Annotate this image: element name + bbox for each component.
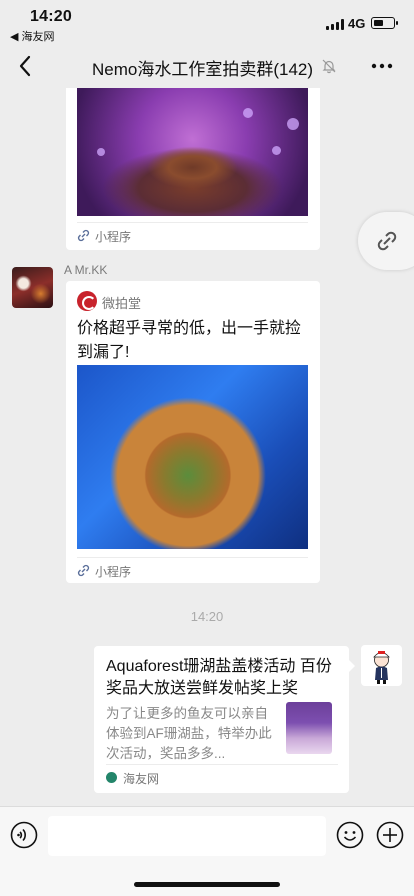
card-text: 价格超乎寻常的低，出一手就捡到漏了! [77, 320, 302, 361]
network-type: 4G [348, 16, 366, 31]
link-card-description: 为了让更多的鱼友可以亲自体验到AF珊湖盐，特举办此次活动，奖品多多... [106, 706, 272, 761]
back-to-app-link[interactable]: ◀ 海友网 [10, 28, 55, 44]
status-bar: 14:20 ◀ 海友网 4G [0, 0, 414, 44]
floating-link-button[interactable] [358, 212, 414, 270]
avatar[interactable] [361, 645, 402, 686]
chevron-left-icon[interactable] [14, 52, 38, 80]
input-bar [0, 806, 414, 896]
chat-title: Nemo海水工作室拍卖群(142) [92, 60, 314, 79]
plus-icon[interactable] [376, 821, 404, 849]
avatar[interactable] [12, 267, 53, 308]
weipaitang-logo-icon [77, 291, 97, 311]
link-card-footer: 海友网 [106, 764, 338, 786]
mini-program-label: 小程序 [95, 565, 132, 579]
signal-icon [326, 19, 344, 30]
link-card[interactable]: Aquaforest珊湖盐盖楼活动 百份奖品大放送尝鲜发帖奖上奖 为了让更多的鱼… [94, 646, 355, 793]
sender-name: A Mr.KK [64, 263, 108, 277]
home-indicator[interactable] [134, 882, 280, 887]
source-logo-icon [106, 772, 117, 783]
link-card-source: 海友网 [123, 772, 160, 786]
mini-program-footer: 小程序 [77, 557, 308, 581]
time-divider: 14:20 [190, 609, 224, 624]
link-card-title: Aquaforest珊湖盐盖楼活动 百份奖品大放送尝鲜发帖奖上奖 [106, 658, 332, 697]
status-time: 14:20 [30, 8, 72, 25]
bell-off-icon [322, 59, 336, 74]
mini-program-footer: 小程序 [77, 222, 308, 246]
cartoon-avatar-icon [373, 651, 390, 684]
message-list[interactable]: 小程序 A Mr.KK 微拍堂 价格超乎寻常的低，出一手就捡到漏了! 小程序 1… [0, 88, 414, 806]
link-icon [77, 229, 90, 242]
battery-icon [371, 17, 398, 29]
mini-program-card[interactable]: 微拍堂 价格超乎寻常的低，出一手就捡到漏了! 小程序 [66, 281, 320, 583]
brand-name: 微拍堂 [102, 296, 142, 311]
voice-icon[interactable] [10, 821, 38, 849]
coral-image [77, 365, 308, 549]
emoji-icon[interactable] [336, 821, 364, 849]
mini-program-card[interactable]: 小程序 [66, 88, 320, 250]
wechat-chat-screen: 14:20 ◀ 海友网 4G Nemo海水工作室拍卖群(142) 小程序 A M… [0, 0, 414, 896]
chat-header: Nemo海水工作室拍卖群(142) [0, 44, 414, 88]
link-card-thumbnail [286, 702, 332, 754]
mini-program-label: 小程序 [95, 230, 132, 244]
message-input[interactable] [48, 816, 326, 856]
link-icon [377, 231, 397, 251]
ellipsis-icon[interactable] [368, 56, 396, 76]
link-icon [77, 564, 90, 577]
coral-image [77, 88, 308, 216]
